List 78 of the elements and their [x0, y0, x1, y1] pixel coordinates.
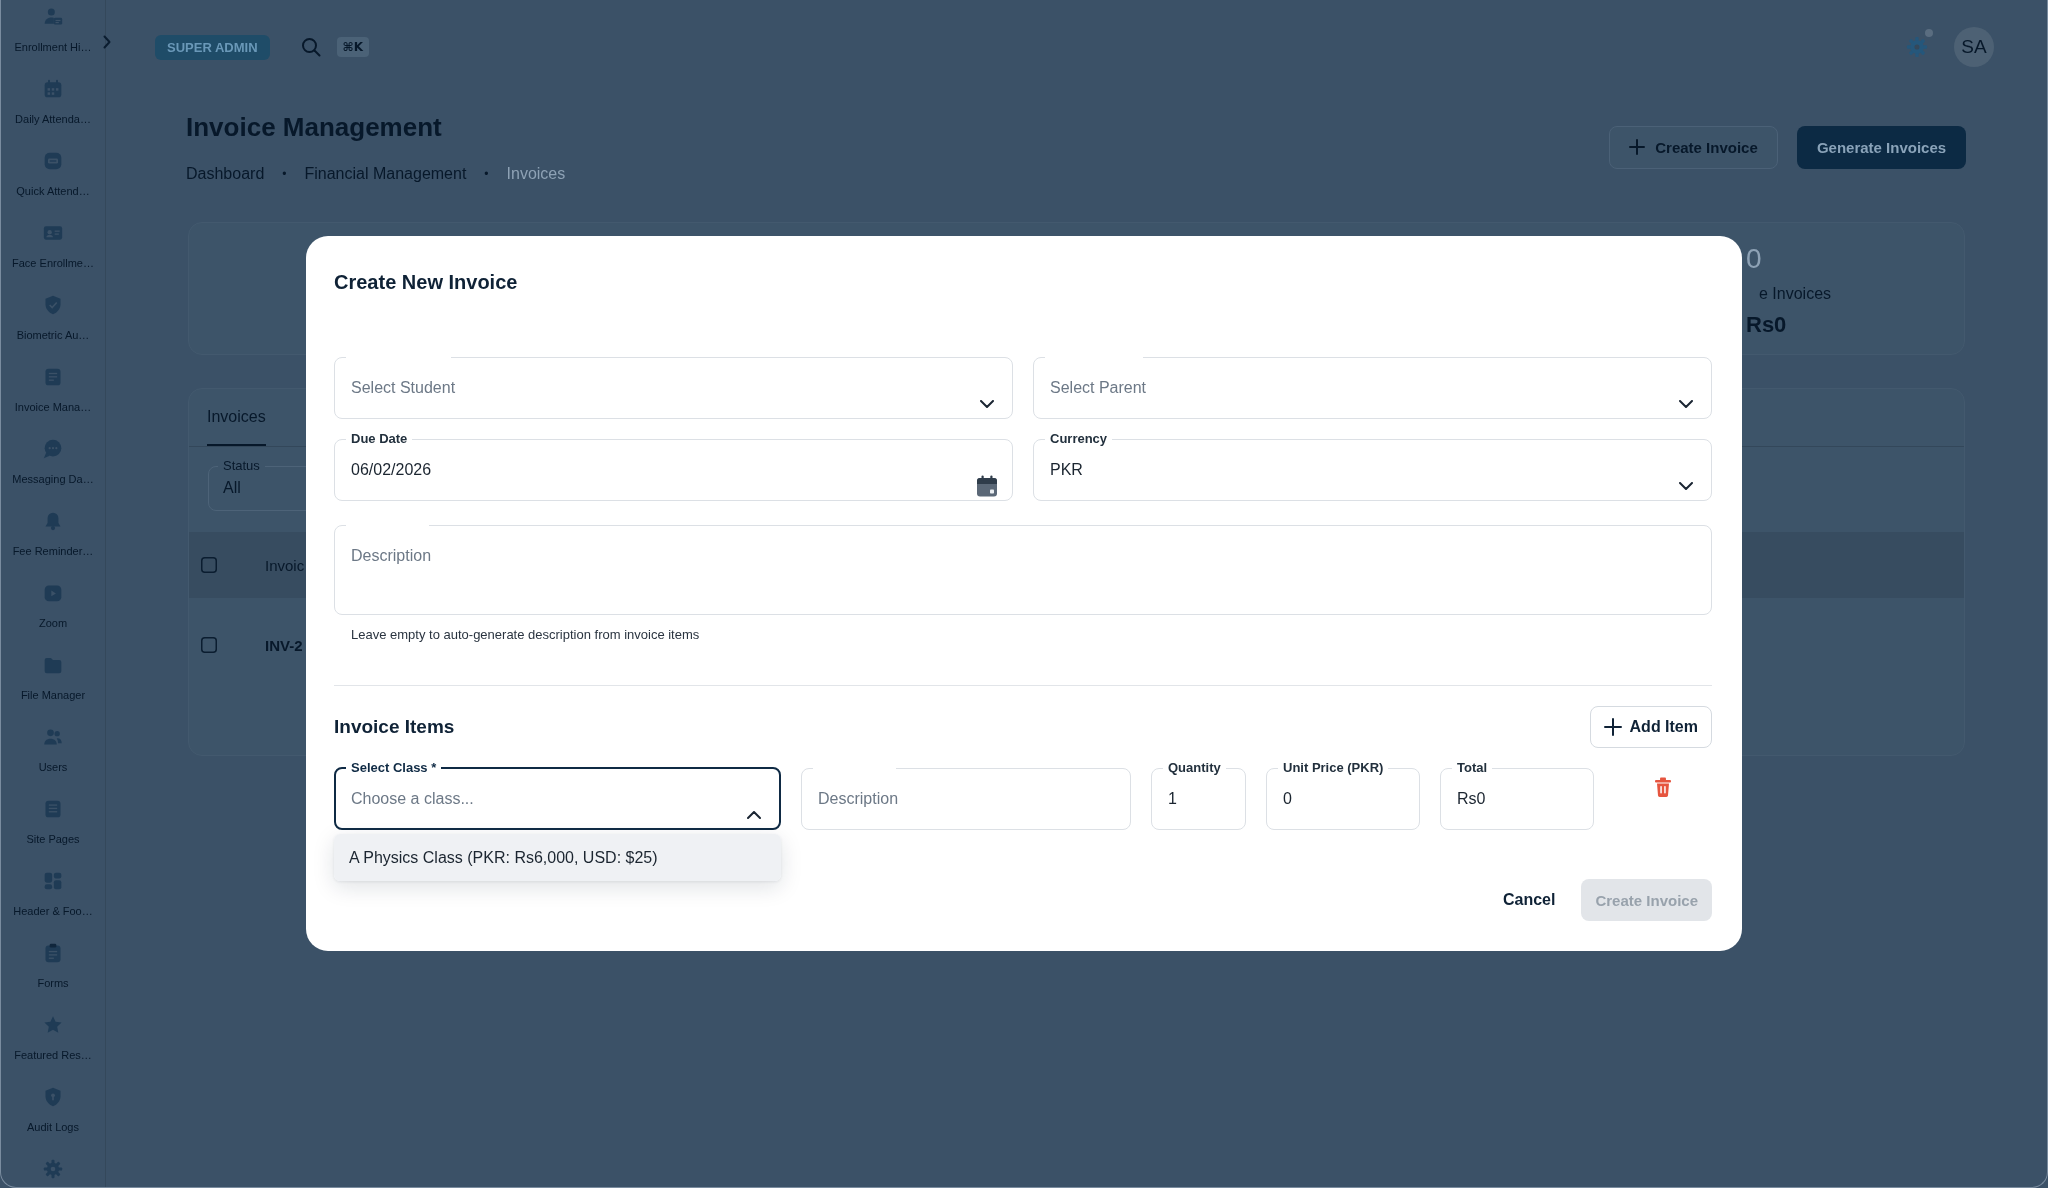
table-cell: INV-2 [265, 636, 303, 654]
document-icon [43, 367, 63, 387]
tab[interactable]: Invoices [207, 389, 266, 446]
avatar[interactable]: SA [1954, 27, 1994, 67]
plus-icon [1629, 139, 1646, 155]
field-label: Total [1456, 760, 1489, 776]
sidebar-item[interactable]: Invoice Mana… [1, 360, 105, 432]
add-item-button[interactable]: Add Item [1589, 706, 1712, 748]
select-field[interactable]: Select Class * Choose a class... [334, 760, 781, 830]
stat-amount: Rs0 [1746, 312, 1787, 338]
shield-check-icon [43, 295, 63, 315]
shortcut-hint: ⌘K [336, 37, 369, 57]
select-field[interactable]: Currency PKR [1033, 431, 1712, 501]
layout-icon [43, 871, 63, 891]
section-title: Invoice Items [334, 715, 455, 739]
trash-icon[interactable] [1654, 777, 1672, 797]
stat-label: e Invoices [1758, 284, 1832, 304]
page-icon [43, 799, 63, 819]
checkbox[interactable] [201, 557, 217, 573]
secondary-button[interactable]: Create Invoice [1609, 125, 1778, 169]
date-field[interactable]: Due Date 06/02/2026 [334, 431, 1013, 501]
notification-dot-icon [1925, 29, 1933, 37]
sidebar-item[interactable]: Header & Foo… [1, 864, 105, 936]
field-label: Currency [1049, 431, 1109, 447]
plus-icon [1603, 718, 1622, 736]
clipboard-icon [43, 943, 63, 963]
bell-icon [43, 511, 63, 531]
sidebar-item[interactable]: Enrollment Hi… [1, 0, 105, 72]
dropdown-option[interactable]: A Physics Class (PKR: Rs6,000, USD: $25) [334, 834, 781, 881]
field-label: Quantity [1167, 760, 1222, 776]
breadcrumb[interactable]: Dashboard [186, 164, 265, 184]
text-field[interactable]: Quantity 1 [1151, 760, 1246, 830]
field-label: Status [222, 458, 261, 474]
field-label: Due Date [350, 431, 409, 447]
sidebar-item[interactable]: File Manager [1, 648, 105, 720]
sidebar-item[interactable]: Featured Res… [1, 1008, 105, 1080]
role-badge: SUPER ADMIN [155, 34, 270, 60]
field-label: Unit Price (PKR) [1282, 760, 1385, 776]
text-button[interactable]: Cancel [1493, 879, 1566, 921]
text-field[interactable]: Total Rs0 [1440, 760, 1594, 830]
dialog-title: Create New Invoice [334, 270, 518, 295]
gear-icon [43, 1159, 63, 1179]
sidebar-item[interactable]: Quick Attend… [1, 144, 105, 216]
users-icon [43, 727, 63, 747]
search-icon[interactable] [300, 37, 321, 57]
field-label: Select Class * [350, 760, 438, 776]
breadcrumb: Invoices [506, 164, 566, 184]
id-card-icon [43, 223, 63, 243]
primary-button[interactable]: Generate Invoices [1797, 125, 1966, 169]
calendar-icon [43, 79, 63, 99]
stat-value: 0 [1746, 242, 1762, 276]
tile-icon [43, 151, 63, 171]
folder-icon [43, 655, 63, 675]
breadcrumb[interactable]: Financial Management [304, 164, 467, 184]
sidebar-item[interactable]: Face Enrollme… [1, 216, 105, 288]
breadcrumb-separator: • [484, 166, 489, 183]
star-icon [43, 1015, 63, 1035]
sidebar-item[interactable]: Zoom [1, 576, 105, 648]
sidebar-item[interactable]: Daily Attenda… [1, 72, 105, 144]
sidebar-item[interactable]: Fee Reminder… [1, 504, 105, 576]
video-icon [43, 583, 63, 603]
chevron-right-icon[interactable] [103, 35, 112, 49]
sidebar-item[interactable]: Audit Logs [1, 1080, 105, 1152]
checkbox[interactable] [201, 637, 217, 653]
page-title: Invoice Management [186, 111, 443, 144]
helper-text: Leave empty to auto-generate description from invoice items [351, 627, 700, 643]
person-card-icon [43, 7, 63, 27]
sidebar-item[interactable]: Forms [1, 936, 105, 1008]
calendar-icon[interactable] [976, 475, 998, 497]
shield-icon [43, 1087, 63, 1107]
chat-icon [43, 439, 63, 459]
settings-icon[interactable] [1906, 36, 1928, 58]
sidebar-item[interactable]: Messaging Da… [1, 432, 105, 504]
sidebar-item[interactable]: Site Pages [1, 792, 105, 864]
breadcrumb-separator: • [282, 166, 287, 183]
text-field[interactable]: Unit Price (PKR) 0 [1266, 760, 1420, 830]
sidebar-item[interactable]: Biometric Au… [1, 288, 105, 360]
sidebar-item[interactable]: Users [1, 720, 105, 792]
